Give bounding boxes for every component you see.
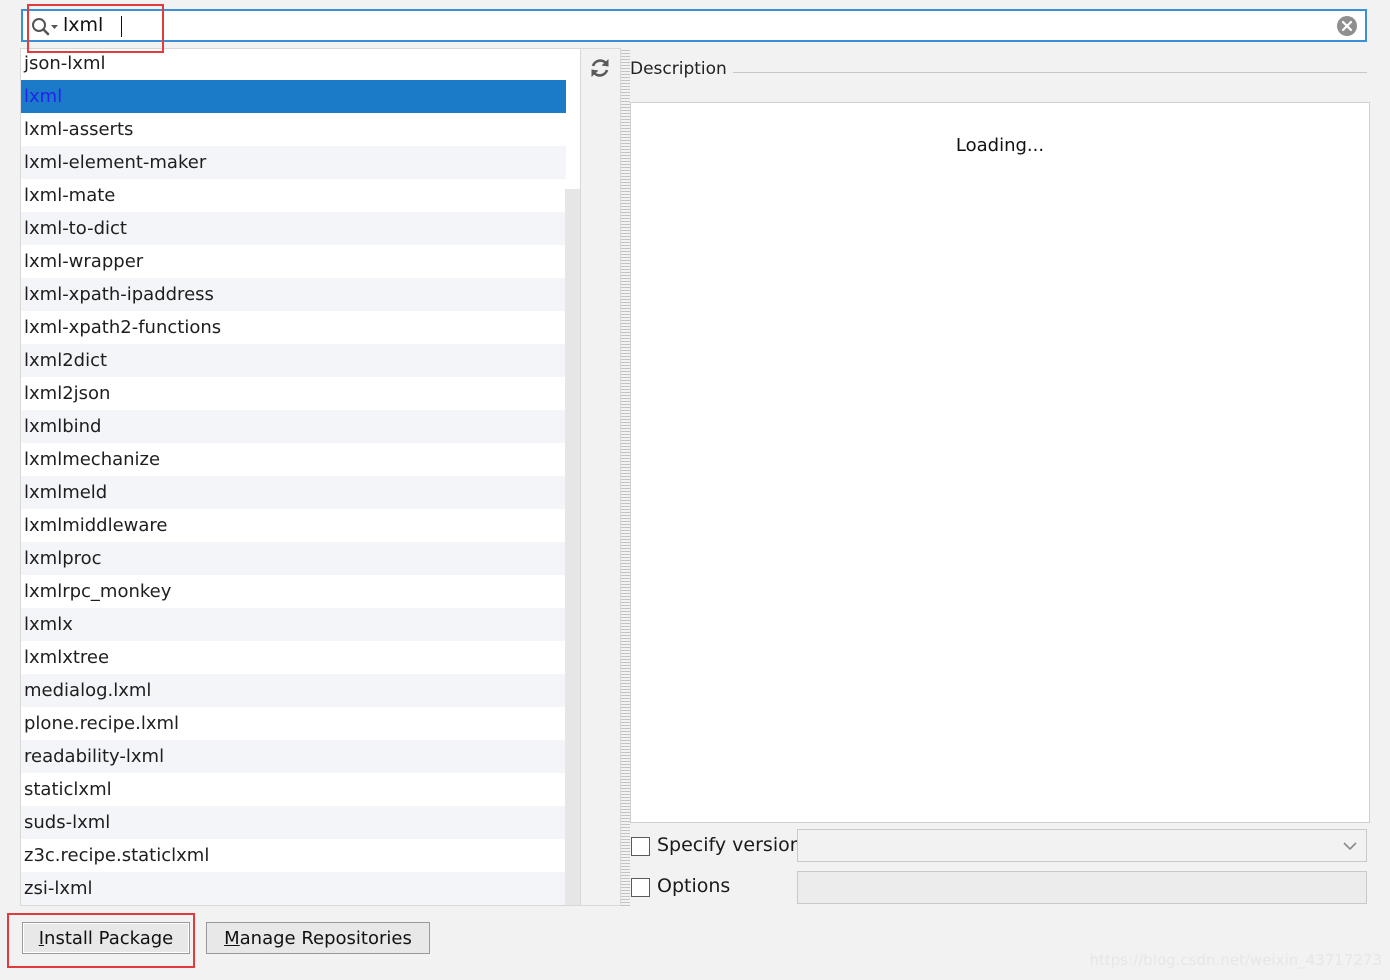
description-loading-text: Loading... — [955, 135, 1045, 156]
specify-version-checkbox[interactable] — [631, 837, 650, 856]
package-list-item[interactable]: lxmlxtree — [21, 641, 566, 674]
package-list-item[interactable]: zsi-lxml — [21, 872, 566, 905]
package-list-item[interactable]: lxmlbind — [21, 410, 566, 443]
package-list-item[interactable]: plone.recipe.lxml — [21, 707, 566, 740]
package-list-item[interactable]: lxmlproc — [21, 542, 566, 575]
description-label: Description — [630, 59, 733, 79]
package-list-item[interactable]: lxml-element-maker — [21, 146, 566, 179]
package-list-item[interactable]: lxmlrpc_monkey — [21, 575, 566, 608]
options-checkbox[interactable] — [631, 878, 650, 897]
manage-label: anage Repositories — [239, 927, 412, 949]
search-input[interactable] — [63, 12, 1323, 39]
description-panel: Loading... — [630, 102, 1370, 823]
package-list-item[interactable]: lxml-xpath-ipaddress — [21, 278, 566, 311]
install-label: nstall Package — [44, 927, 174, 949]
package-list-item[interactable]: lxml-mate — [21, 179, 566, 212]
description-separator — [732, 72, 1367, 73]
package-list-item[interactable]: lxmlmeld — [21, 476, 566, 509]
package-list-item[interactable]: lxmlmechanize — [21, 443, 566, 476]
watermark-text: https://blog.csdn.net/weixin_43717273 — [1089, 951, 1382, 969]
panel-splitter[interactable] — [621, 48, 630, 906]
package-list-item[interactable]: suds-lxml — [21, 806, 566, 839]
specify-version-label[interactable]: Specify version — [657, 834, 802, 856]
package-list-item[interactable]: z3c.recipe.staticlxml — [21, 839, 566, 872]
chevron-down-icon[interactable] — [1342, 839, 1358, 853]
package-list-item[interactable]: staticlxml — [21, 773, 566, 806]
clear-search-icon[interactable] — [1336, 15, 1358, 37]
package-list-item[interactable]: lxml-wrapper — [21, 245, 566, 278]
refresh-toolbar — [581, 48, 621, 906]
package-list-item[interactable]: lxmlx — [21, 608, 566, 641]
package-list-item[interactable]: readability-lxml — [21, 740, 566, 773]
version-select[interactable] — [797, 829, 1367, 862]
package-list[interactable]: json-lxml lxml lxml-asserts lxml-element-ma… — [20, 48, 581, 906]
package-list-item[interactable]: lxml-xpath2-functions — [21, 311, 566, 344]
refresh-icon[interactable] — [589, 57, 611, 79]
install-package-button[interactable]: Install Package — [22, 922, 190, 954]
package-list-item[interactable]: lxml-to-dict — [21, 212, 566, 245]
package-list-item[interactable]: lxml-asserts — [21, 113, 566, 146]
package-list-item[interactable]: lxmlmiddleware — [21, 509, 566, 542]
package-list-item[interactable]: lxml2json — [21, 377, 566, 410]
manage-mnemonic: M — [224, 927, 240, 949]
package-list-item[interactable]: json-lxml — [21, 49, 566, 80]
search-icon[interactable] — [31, 17, 61, 37]
package-list-item[interactable]: medialog.lxml — [21, 674, 566, 707]
list-scrollbar-track[interactable] — [565, 189, 580, 905]
options-input[interactable] — [797, 871, 1367, 904]
package-list-item[interactable]: lxml — [21, 80, 566, 113]
options-label[interactable]: Options — [657, 875, 730, 897]
text-caret — [121, 16, 122, 37]
manage-repositories-button[interactable]: Manage Repositories — [206, 922, 430, 954]
package-list-item[interactable]: lxml2dict — [21, 344, 566, 377]
search-field[interactable] — [21, 9, 1367, 42]
